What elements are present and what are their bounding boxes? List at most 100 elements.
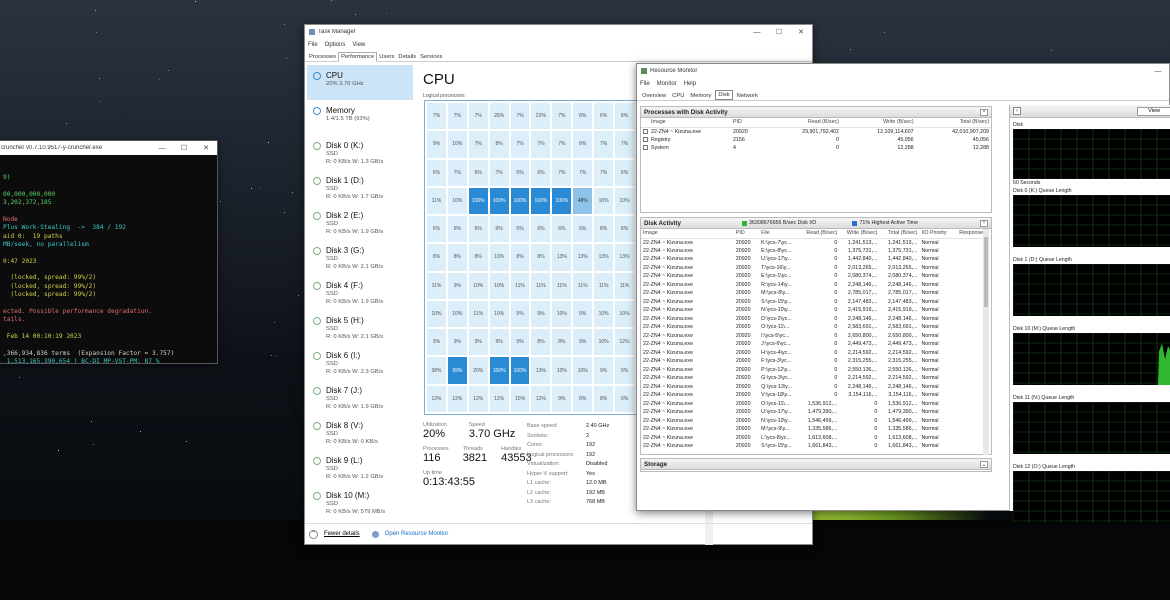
row-checkbox[interactable] <box>643 145 648 151</box>
table-row[interactable]: 22-ZN4 ~ Kizuna.exe 20920 K:\ycs-7\yc... 0 1… <box>641 238 991 247</box>
task-manager-titlebar[interactable]: Task Manager — ☐ ✕ <box>305 25 812 39</box>
menu-monitor[interactable]: Monitor <box>657 81 677 87</box>
terminal-titlebar[interactable]: cruncher v0.7.10.9517-y-cruncher.exe — ☐… <box>0 141 217 155</box>
column-header[interactable]: Read (B/sec) <box>801 229 840 239</box>
sidebar-item-disk-2-e[interactable]: Disk 2 (E:) SSD R: 0 KB/s W: 1.9 GB/s <box>307 205 413 240</box>
table-row[interactable]: 22-ZN4 ~ Kizuna.exe 20920 J:\ycs-6\yc... 0 2… <box>641 340 991 349</box>
logical-processor-grid: 7% 7% 7% 26% 7% 22% 7% 8% 6% 8% 9% 10% 7% 8% 7% 7% 7% 8% 7… <box>424 100 637 415</box>
disk-activity-scroll-thumb[interactable] <box>984 237 988 307</box>
sidebar-item-memory[interactable]: Memory 1.4/1.5 TB (93%) <box>307 100 413 135</box>
column-header[interactable]: PID <box>733 229 760 239</box>
table-row[interactable]: 22-ZN4 ~ Kizuna.exe 20920 O:\ycs-11\... 0 2,… <box>641 323 991 332</box>
table-row[interactable]: 22-ZN4 ~ Kizuna.exe 20920 M:\ycs-9\y... 1,3… <box>641 425 991 434</box>
sidebar-item-disk-6-i[interactable]: Disk 6 (I:) SSD R: 0 KB/s W: 2.3 GB/s <box>307 345 413 380</box>
row-checkbox[interactable] <box>643 128 648 134</box>
table-row[interactable]: 22-ZN4 ~ Kizuna.exe 20920 29,901,792,402 12… <box>641 127 991 136</box>
table-row[interactable]: 22-ZN4 ~ Kizuna.exe 20920 N:\ycs-10\y... 0 2… <box>641 306 991 315</box>
tab-network[interactable]: Network <box>735 92 760 100</box>
logical-processor-cell: 8% <box>447 244 467 271</box>
sidebar-item-disk-8-v[interactable]: Disk 8 (V:) SSD R: 0 KB/s W: 0 KB/s <box>307 415 413 450</box>
chevron-right-icon[interactable]: › <box>1013 107 1021 115</box>
minimize-icon[interactable]: — <box>746 29 768 36</box>
tab-users[interactable]: Users <box>377 53 396 61</box>
tab-memory[interactable]: Memory <box>688 92 713 100</box>
table-row[interactable]: 22-ZN4 ~ Kizuna.exe 20920 Q:\ycs-13\y... 0 2… <box>641 383 991 392</box>
sidebar-item-disk-1-d[interactable]: Disk 1 (D:) SSD R: 0 KB/s W: 1.7 GB/s <box>307 170 413 205</box>
collapse-icon[interactable]: ⌃ <box>980 109 988 116</box>
tab-services[interactable]: Services <box>418 53 444 61</box>
table-row[interactable]: 22-ZN4 ~ Kizuna.exe 20920 U:\ycs-17\y... 0 1… <box>641 255 991 264</box>
table-row[interactable]: 22-ZN4 ~ Kizuna.exe 20920 E:\ycs-1\yc... 0 2… <box>641 272 991 281</box>
column-header[interactable]: Total (B/sec) <box>879 229 920 239</box>
table-row[interactable]: 22-ZN4 ~ Kizuna.exe 20920 U:\ycs-17\y... 1,… <box>641 408 991 417</box>
column-header[interactable]: I/O Priority <box>919 229 956 239</box>
table-row[interactable]: 22-ZN4 ~ Kizuna.exe 20920 S:\ycs-15\y... 1,… <box>641 442 991 451</box>
resource-monitor-window[interactable]: Resource Monitor — File Monitor Help Overv… <box>636 63 1170 523</box>
menu-options[interactable]: Options <box>325 42 346 48</box>
table-row[interactable]: 22-ZN4 ~ Kizuna.exe 20920 S:\ycs-15\y... 0 2… <box>641 298 991 307</box>
table-row[interactable]: 22-ZN4 ~ Kizuna.exe 20920 I:\ycs-5\yc... 0 2… <box>641 332 991 341</box>
collapse-icon[interactable]: ⌃ <box>980 220 988 227</box>
chevron-up-icon[interactable]: ⌃ <box>309 529 318 539</box>
table-row[interactable]: 22-ZN4 ~ Kizuna.exe 20920 T:\ycs-16\y... 0 2… <box>641 264 991 273</box>
table-row[interactable]: Registry 2156 0 45,056 45,056 <box>641 136 991 145</box>
table-row[interactable]: 22-ZN4 ~ Kizuna.exe 20920 H:\ycs-4\yc... 0 2… <box>641 349 991 358</box>
terminal-window[interactable]: cruncher v0.7.10.9517-y-cruncher.exe — ☐… <box>0 140 218 365</box>
menu-file[interactable]: File <box>640 81 650 87</box>
row-checkbox[interactable] <box>643 136 648 142</box>
table-row[interactable]: 22-ZN4 ~ Kizuna.exe 20920 G:\ycs-3\yc... 0 2… <box>641 374 991 383</box>
table-row[interactable]: 22-ZN4 ~ Kizuna.exe 20920 E:\ycs-8\yc... 0 1… <box>641 247 991 256</box>
resource-monitor-titlebar[interactable]: Resource Monitor — <box>637 64 1169 78</box>
sidebar-item-cpu[interactable]: CPU 20% 3.70 GHz <box>307 65 413 100</box>
open-resource-monitor-link[interactable]: Open Resource Monitor <box>385 531 449 537</box>
tab-details[interactable]: Details <box>396 53 418 61</box>
column-header[interactable]: PID <box>731 118 766 128</box>
close-icon[interactable]: ✕ <box>790 28 812 36</box>
column-header[interactable]: Image <box>641 229 734 239</box>
disk-activity-header[interactable]: Disk Activity 36308676656 B/sec Disk I/O… <box>641 218 991 229</box>
column-header[interactable]: Write (B/sec) <box>839 229 880 239</box>
close-icon[interactable]: ✕ <box>195 144 217 152</box>
minimize-icon[interactable]: — <box>1147 68 1169 75</box>
menu-help[interactable]: Help <box>684 81 696 87</box>
table-row[interactable]: System 4 0 12,288 12,288 <box>641 144 991 153</box>
table-row[interactable]: 22-ZN4 ~ Kizuna.exe 20920 L:\ycs-8\yc... 1,… <box>641 434 991 443</box>
maximize-icon[interactable]: ☐ <box>173 144 195 152</box>
column-header[interactable]: Total (B/sec) <box>915 118 991 128</box>
sidebar-item-disk-10-m[interactable]: Disk 10 (M:) SSD R: 0 KB/s W: 579 MB/s <box>307 485 413 520</box>
minimize-icon[interactable]: — <box>151 145 173 152</box>
table-row[interactable]: 22-ZN4 ~ Kizuna.exe 20920 M:\ycs-8\y... 0 2,… <box>641 289 991 298</box>
sidebar-item-disk-0-k[interactable]: Disk 0 (K:) SSD R: 0 KB/s W: 1.3 GB/s <box>307 135 413 170</box>
view-button[interactable]: View <box>1137 107 1170 116</box>
menu-view[interactable]: View <box>352 42 365 48</box>
sidebar-item-disk-9-l[interactable]: Disk 9 (L:) SSD R: 0 KB/s W: 1.2 GB/s <box>307 450 413 485</box>
storage-header[interactable]: Storage ⌄ <box>641 459 991 470</box>
table-row[interactable]: 22-ZN4 ~ Kizuna.exe 20920 O:\ycs-11\... 1,5… <box>641 400 991 409</box>
column-header[interactable]: File <box>759 229 802 239</box>
table-row[interactable]: 22-ZN4 ~ Kizuna.exe 20920 N:\ycs-10\y... 1,… <box>641 417 991 426</box>
tab-disk[interactable]: Disk <box>715 90 733 100</box>
column-header[interactable]: Read (B/sec) <box>765 118 841 128</box>
sidebar-item-disk-4-f[interactable]: Disk 4 (F:) SSD R: 0 KB/s W: 1.9 GB/s <box>307 275 413 310</box>
menu-file[interactable]: File <box>308 42 318 48</box>
sidebar-item-disk-11-n[interactable]: Disk 11 (N:) <box>307 520 413 521</box>
table-row[interactable]: 22-ZN4 ~ Kizuna.exe 20920 P:\ycs-12\y... 0 2… <box>641 366 991 375</box>
table-row[interactable]: 22-ZN4 ~ Kizuna.exe 20920 D:\ycs-2\yc... 0 2… <box>641 315 991 324</box>
fewer-details-link[interactable]: Fewer details <box>324 531 360 537</box>
maximize-icon[interactable]: ☐ <box>768 28 790 36</box>
tab-processes[interactable]: Processes <box>307 53 338 61</box>
table-row[interactable]: 22-ZN4 ~ Kizuna.exe 20920 V:\ycs-18\y... 0 3… <box>641 391 991 400</box>
tab-performance[interactable]: Performance <box>338 52 378 62</box>
table-row[interactable]: 22-ZN4 ~ Kizuna.exe 20920 R:\ycs-14\y... 0 2… <box>641 281 991 290</box>
tab-cpu[interactable]: CPU <box>670 92 686 100</box>
sidebar-item-disk-5-h[interactable]: Disk 5 (H:) SSD R: 0 KB/s W: 2.1 GB/s <box>307 310 413 345</box>
column-header[interactable]: Write (B/sec) <box>840 118 916 128</box>
expand-icon[interactable]: ⌄ <box>980 461 988 468</box>
disk-activity-scrollbar[interactable] <box>983 229 989 455</box>
tab-overview[interactable]: Overview <box>640 92 668 100</box>
column-header[interactable]: Image <box>641 118 731 128</box>
sidebar-item-disk-7-j[interactable]: Disk 7 (J:) SSD R: 0 KB/s W: 1.9 GB/s <box>307 380 413 415</box>
processes-disk-header[interactable]: Processes with Disk Activity ⌃ <box>641 107 991 118</box>
sidebar-item-disk-3-g[interactable]: Disk 3 (G:) SSD R: 0 KB/s W: 2.1 GB/s <box>307 240 413 275</box>
table-row[interactable]: 22-ZN4 ~ Kizuna.exe 20920 F:\ycs-3\yc... 0 2… <box>641 357 991 366</box>
